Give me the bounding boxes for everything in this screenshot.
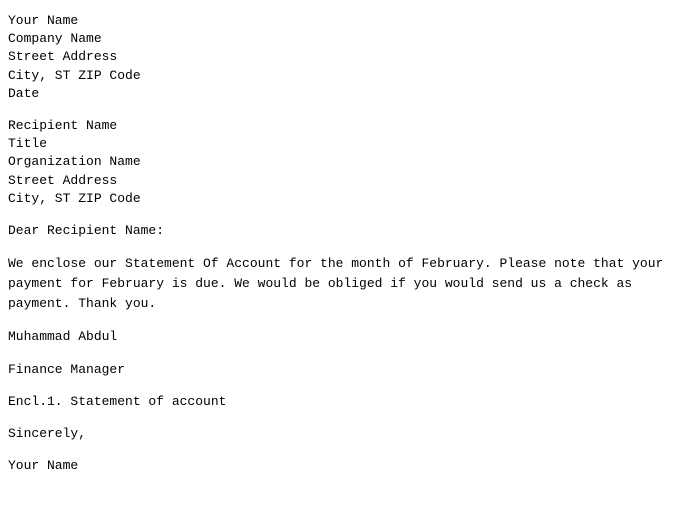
signature-name: Muhammad Abdul bbox=[8, 328, 676, 346]
recipient-title: Title bbox=[8, 135, 676, 153]
sender-address-block: Your Name Company Name Street Address Ci… bbox=[8, 12, 676, 103]
recipient-organization: Organization Name bbox=[8, 153, 676, 171]
enclosure-block: Encl.1. Statement of account bbox=[8, 393, 676, 411]
closing-name-block: Your Name bbox=[8, 457, 676, 475]
salutation: Dear Recipient Name: bbox=[8, 222, 676, 240]
sender-title-text: Finance Manager bbox=[8, 361, 676, 379]
sender-street: Street Address bbox=[8, 48, 676, 66]
recipient-street: Street Address bbox=[8, 172, 676, 190]
sender-name: Your Name bbox=[8, 12, 676, 30]
sender-title-block: Finance Manager bbox=[8, 361, 676, 379]
body-text: We enclose our Statement Of Account for … bbox=[8, 254, 676, 314]
sender-company: Company Name bbox=[8, 30, 676, 48]
enclosure-text: Encl.1. Statement of account bbox=[8, 393, 676, 411]
closing-name: Your Name bbox=[8, 457, 676, 475]
closing-block: Sincerely, bbox=[8, 425, 676, 443]
body-block: We enclose our Statement Of Account for … bbox=[8, 254, 676, 314]
closing-text: Sincerely, bbox=[8, 425, 676, 443]
signature-name-block: Muhammad Abdul bbox=[8, 328, 676, 346]
recipient-name: Recipient Name bbox=[8, 117, 676, 135]
recipient-city: City, ST ZIP Code bbox=[8, 190, 676, 208]
salutation-block: Dear Recipient Name: bbox=[8, 222, 676, 240]
sender-date: Date bbox=[8, 85, 676, 103]
recipient-address-block: Recipient Name Title Organization Name S… bbox=[8, 117, 676, 208]
letter-container: Your Name Company Name Street Address Ci… bbox=[8, 12, 676, 475]
sender-city: City, ST ZIP Code bbox=[8, 67, 676, 85]
